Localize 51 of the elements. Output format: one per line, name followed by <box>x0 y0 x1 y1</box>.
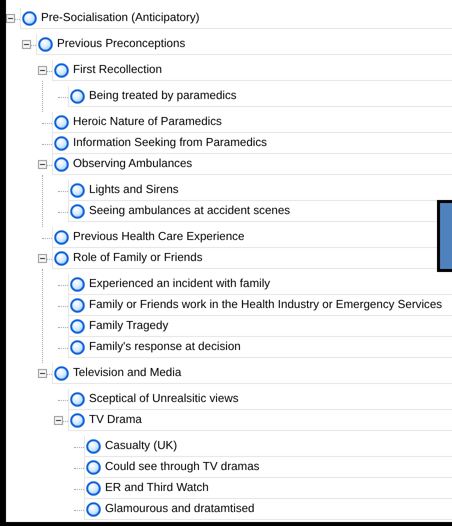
collapse-icon[interactable] <box>6 14 15 23</box>
collapse-icon[interactable] <box>38 66 47 75</box>
node-icon <box>86 438 101 454</box>
node-icon <box>86 460 101 474</box>
tree-item[interactable]: Information Seeking from Paramedics <box>73 134 267 152</box>
collapse-icon[interactable] <box>38 254 47 263</box>
tree-item[interactable]: Could see through TV dramas <box>105 458 260 476</box>
tree-item[interactable]: Heroic Nature of Paramedics <box>73 113 222 131</box>
tree-item[interactable]: Role of Family or Friends <box>73 249 203 267</box>
tree-item[interactable]: Lights and Sirens <box>89 181 179 199</box>
node-icon <box>70 276 85 292</box>
node-icon <box>54 62 69 78</box>
node-icon <box>70 412 85 428</box>
node-icon <box>86 480 101 496</box>
tree-item[interactable]: Experienced an incident with family <box>89 275 270 293</box>
node-icon <box>22 10 37 26</box>
collapse-icon[interactable] <box>38 369 47 378</box>
tree-item[interactable]: Family Tragedy <box>89 317 168 335</box>
node-icon <box>70 392 85 406</box>
tree-item[interactable]: Observing Ambulances <box>73 155 192 173</box>
node-icon <box>54 156 69 172</box>
tree-item[interactable]: Family or Friends work in the Health Industry or Emergency Services <box>89 296 442 314</box>
tree-item[interactable]: Sceptical of Unrealsitic views <box>89 390 238 408</box>
tree-item[interactable]: Being treated by paramedics <box>89 87 237 105</box>
tree-item[interactable]: First Recollection <box>73 61 162 79</box>
node-icon <box>70 182 85 198</box>
tree-item[interactable]: Television and Media <box>73 364 182 382</box>
collapse-icon[interactable] <box>38 160 47 169</box>
tree-item[interactable]: Casualty (UK) <box>105 437 178 455</box>
node-icon <box>54 114 69 130</box>
node-icon <box>54 250 69 266</box>
collapse-icon[interactable] <box>54 416 63 425</box>
tree-item[interactable]: Family's response at decision <box>89 338 241 356</box>
tree-item[interactable]: Seeing ambulances at accident scenes <box>89 202 290 220</box>
node-icon <box>54 230 69 244</box>
collapse-icon[interactable] <box>22 40 31 49</box>
node-icon <box>38 36 53 52</box>
tree-item[interactable]: TV Drama <box>89 411 142 429</box>
tree-item[interactable]: Previous Health Care Experience <box>73 228 244 246</box>
tree-item[interactable]: Pre-Socialisation (Anticipatory) <box>41 9 200 27</box>
tree-item[interactable]: Previous Preconceptions <box>57 35 186 53</box>
node-icon <box>86 502 101 516</box>
node-icon <box>70 204 85 218</box>
node-icon <box>54 136 69 150</box>
node-icon <box>70 340 85 354</box>
node-icon <box>54 366 69 380</box>
tree-item[interactable]: ER and Third Watch <box>105 479 209 497</box>
node-icon <box>70 318 85 334</box>
node-icon <box>70 88 85 104</box>
node-icon <box>70 298 85 312</box>
tree-item[interactable]: Glamourous and dratamtised <box>105 500 255 518</box>
